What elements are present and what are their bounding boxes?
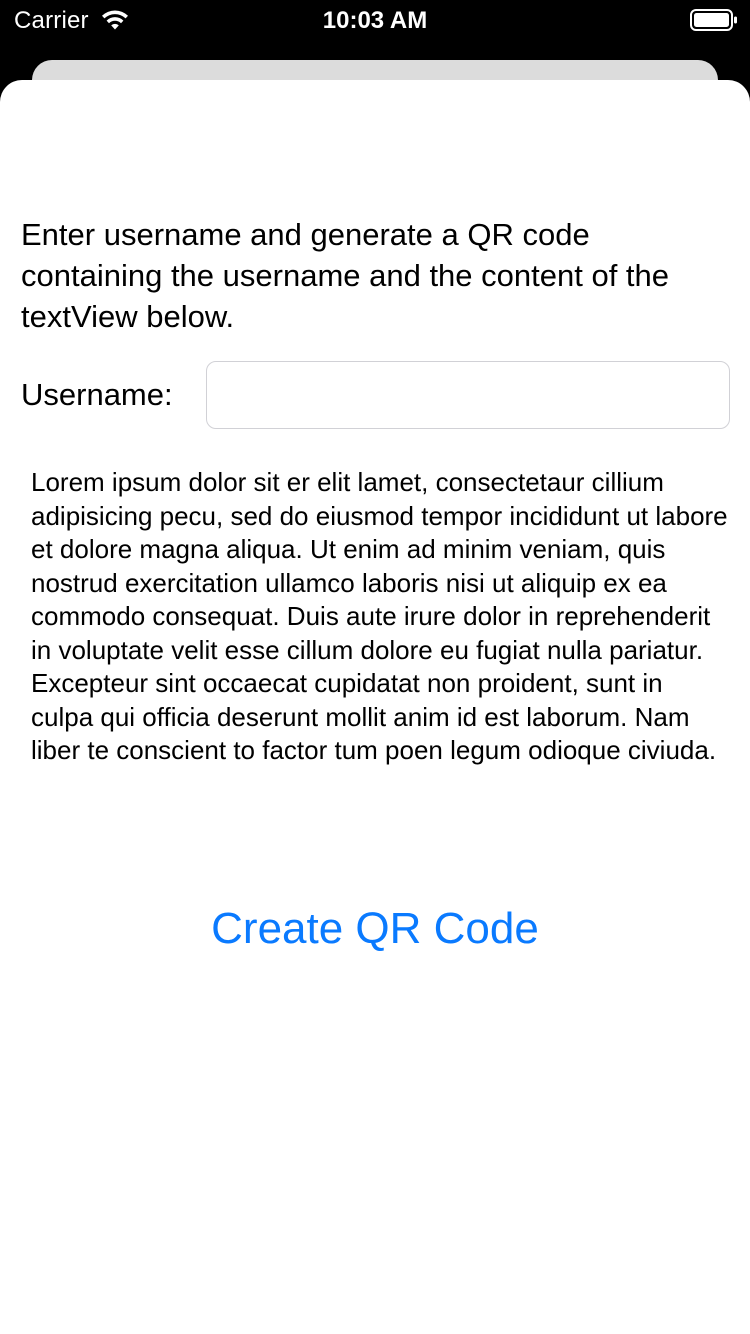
modal-sheet: Enter username and generate a QR code co… [0, 80, 750, 1334]
create-qr-code-button[interactable]: Create QR Code [0, 904, 750, 954]
username-input[interactable] [206, 361, 730, 429]
instructions-label: Enter username and generate a QR code co… [21, 217, 670, 334]
content-text-view[interactable]: Lorem ipsum dolor sit er elit lamet, con… [31, 466, 731, 768]
battery-full-icon [690, 9, 737, 31]
status-time: 10:03 AM [322, 7, 428, 34]
username-label: Username: [21, 377, 173, 412]
screen: Carrier 10:03 AM Enter username and gene… [0, 0, 750, 1334]
status-bar: Carrier 10:03 AM [0, 0, 750, 40]
